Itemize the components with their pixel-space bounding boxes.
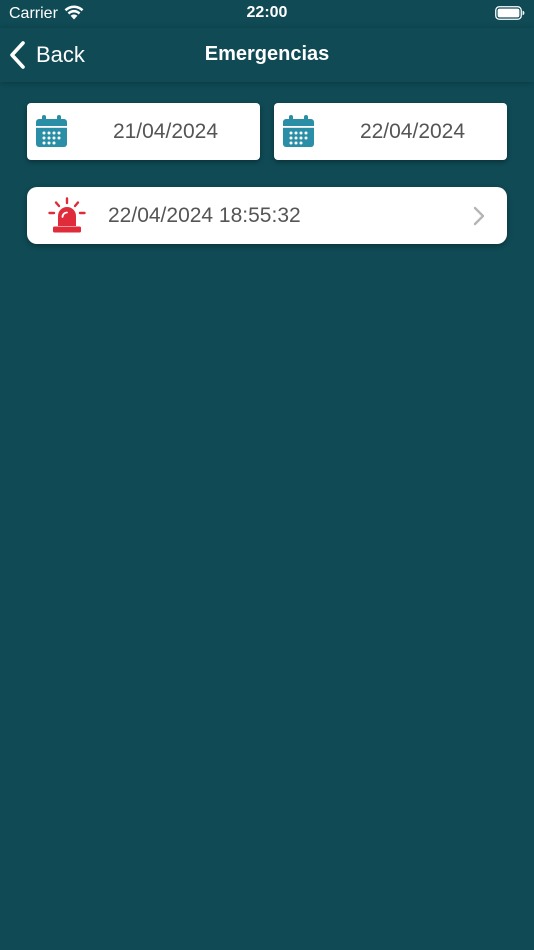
status-bar: Carrier 22:00: [0, 0, 534, 28]
calendar-icon: [36, 115, 67, 147]
date-from-value: 21/04/2024: [112, 120, 219, 143]
date-to-value: 22/04/2024: [359, 120, 466, 143]
emergency-datetime: 22/04/2024 18:55:32: [108, 204, 301, 227]
status-time: 22:00: [246, 4, 288, 21]
emergency-list-item[interactable]: 22/04/2024 18:55:32: [27, 187, 507, 244]
date-to-picker[interactable]: 22/04/2024: [274, 103, 507, 160]
chevron-right-icon: [473, 206, 485, 226]
navigation-bar: Back Emergencias: [0, 28, 534, 82]
date-from-picker[interactable]: 21/04/2024: [27, 103, 260, 160]
calendar-icon: [283, 115, 314, 147]
battery-icon: [495, 6, 525, 20]
page-title: Emergencias: [204, 43, 330, 65]
emergencies-screen: Carrier 22:00 Back Emergencias 21/04/202…: [0, 0, 534, 950]
siren-icon: [48, 197, 86, 233]
